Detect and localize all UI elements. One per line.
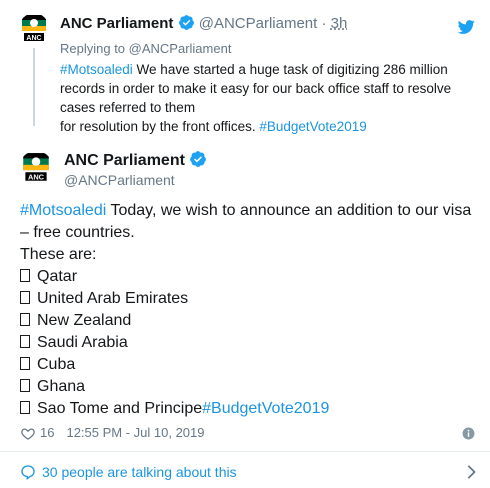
chevron-right-icon	[467, 465, 476, 479]
country-name: Sao Tome and Principe	[37, 400, 203, 417]
country-name: Qatar	[37, 268, 78, 285]
svg-text:ANC: ANC	[28, 173, 45, 182]
parent-tweet-text: #Motsoaledi We have started a huge task …	[60, 60, 451, 136]
replying-to-mention[interactable]: @ANCParliament	[129, 41, 232, 56]
country-name: New Zealand	[37, 312, 132, 329]
parent-text-line-1: #Motsoaledi We have started a huge task …	[60, 60, 451, 79]
flag-glyph-icon	[20, 313, 30, 326]
country-item: Qatar	[20, 266, 77, 288]
parent-text-line-2: records in order to make it easy for our…	[60, 81, 452, 96]
flag-glyph-icon	[20, 335, 30, 348]
country-name: United Arab Emirates	[37, 290, 189, 307]
heart-icon	[21, 427, 35, 440]
country-name: Saudi Arabia	[37, 334, 128, 351]
main-author-row: ANC Parliament	[64, 150, 207, 171]
tweet-timestamp[interactable]: 12:55 PM - Jul 10, 2019	[66, 424, 204, 442]
embedded-tweet-card: ANC ANC Parliament @ANCParliament · 3h R…	[0, 0, 490, 488]
anc-logo-icon: ANC	[23, 153, 49, 182]
hashtag-budgetvote-parent[interactable]: #BudgetVote2019	[259, 119, 366, 134]
main-author-name[interactable]: ANC Parliament	[64, 152, 185, 169]
svg-text:ANC: ANC	[26, 35, 41, 42]
country-name: Ghana	[37, 378, 86, 395]
these-are-label: These are:	[20, 246, 97, 263]
parent-time[interactable]: 3h	[331, 15, 348, 32]
main-intro-text: Today, we wish to announce an addition t…	[106, 202, 472, 219]
replying-to: Replying to @ANCParliament	[60, 40, 231, 58]
main-text-line-2: – free countries.	[20, 224, 135, 241]
flag-glyph-icon	[20, 401, 30, 414]
verified-badge-icon	[190, 151, 207, 167]
twitter-bird-icon[interactable]	[456, 18, 476, 36]
flag-glyph-icon	[20, 291, 30, 304]
flag-glyph-icon	[20, 357, 30, 370]
thread-connector-line	[33, 48, 35, 126]
parent-avatar[interactable]: ANC	[19, 13, 49, 45]
comment-icon	[21, 465, 35, 480]
main-avatar[interactable]: ANC	[19, 151, 53, 185]
country-item: Saudi Arabia	[20, 332, 128, 354]
parent-text-line-4: for resolution by the front offices. #Bu…	[60, 117, 451, 136]
info-icon[interactable]	[462, 427, 475, 440]
country-item: Ghana	[20, 376, 85, 398]
footer-divider	[0, 451, 490, 452]
country-item: Cuba	[20, 354, 75, 376]
flag-glyph-icon	[20, 379, 30, 392]
verified-badge-icon	[178, 15, 194, 30]
anc-logo-icon: ANC	[22, 15, 46, 42]
conversation-link[interactable]: 30 people are talking about this	[20, 462, 476, 482]
country-item: United Arab Emirates	[20, 288, 188, 310]
main-author-handle[interactable]: @ANCParliament	[64, 171, 175, 189]
flag-glyph-icon	[20, 269, 30, 282]
country-item: Sao Tome and Principe#BudgetVote2019	[20, 398, 329, 420]
tweet-meta-row: 16 12:55 PM - Jul 10, 2019	[20, 424, 205, 442]
hashtag-motsoaledi-parent[interactable]: #Motsoaledi	[60, 62, 133, 77]
parent-text-line-3: cases referred to them	[60, 100, 196, 115]
hashtag-budgetvote-main[interactable]: #BudgetVote2019	[202, 400, 329, 417]
parent-header: ANC Parliament @ANCParliament · 3h	[60, 14, 347, 34]
parent-line-1-text: We have started a huge task of digitizin…	[132, 62, 448, 77]
like-button[interactable]: 16	[20, 424, 54, 442]
main-text-line-1: #Motsoaledi Today, we wish to announce a…	[20, 200, 471, 222]
country-name: Cuba	[37, 356, 76, 373]
time-separator: ·	[321, 15, 327, 32]
parent-line-4-text: for resolution by the front offices.	[60, 119, 260, 134]
parent-author-handle[interactable]: @ANCParliament	[199, 15, 318, 32]
hashtag-motsoaledi-main[interactable]: #Motsoaledi	[20, 202, 106, 219]
like-count: 16	[40, 425, 55, 440]
parent-author-name[interactable]: ANC Parliament	[60, 15, 173, 32]
talking-about-text: 30 people are talking about this	[42, 464, 237, 480]
replying-prefix: Replying to	[60, 41, 129, 56]
country-item: New Zealand	[20, 310, 131, 332]
